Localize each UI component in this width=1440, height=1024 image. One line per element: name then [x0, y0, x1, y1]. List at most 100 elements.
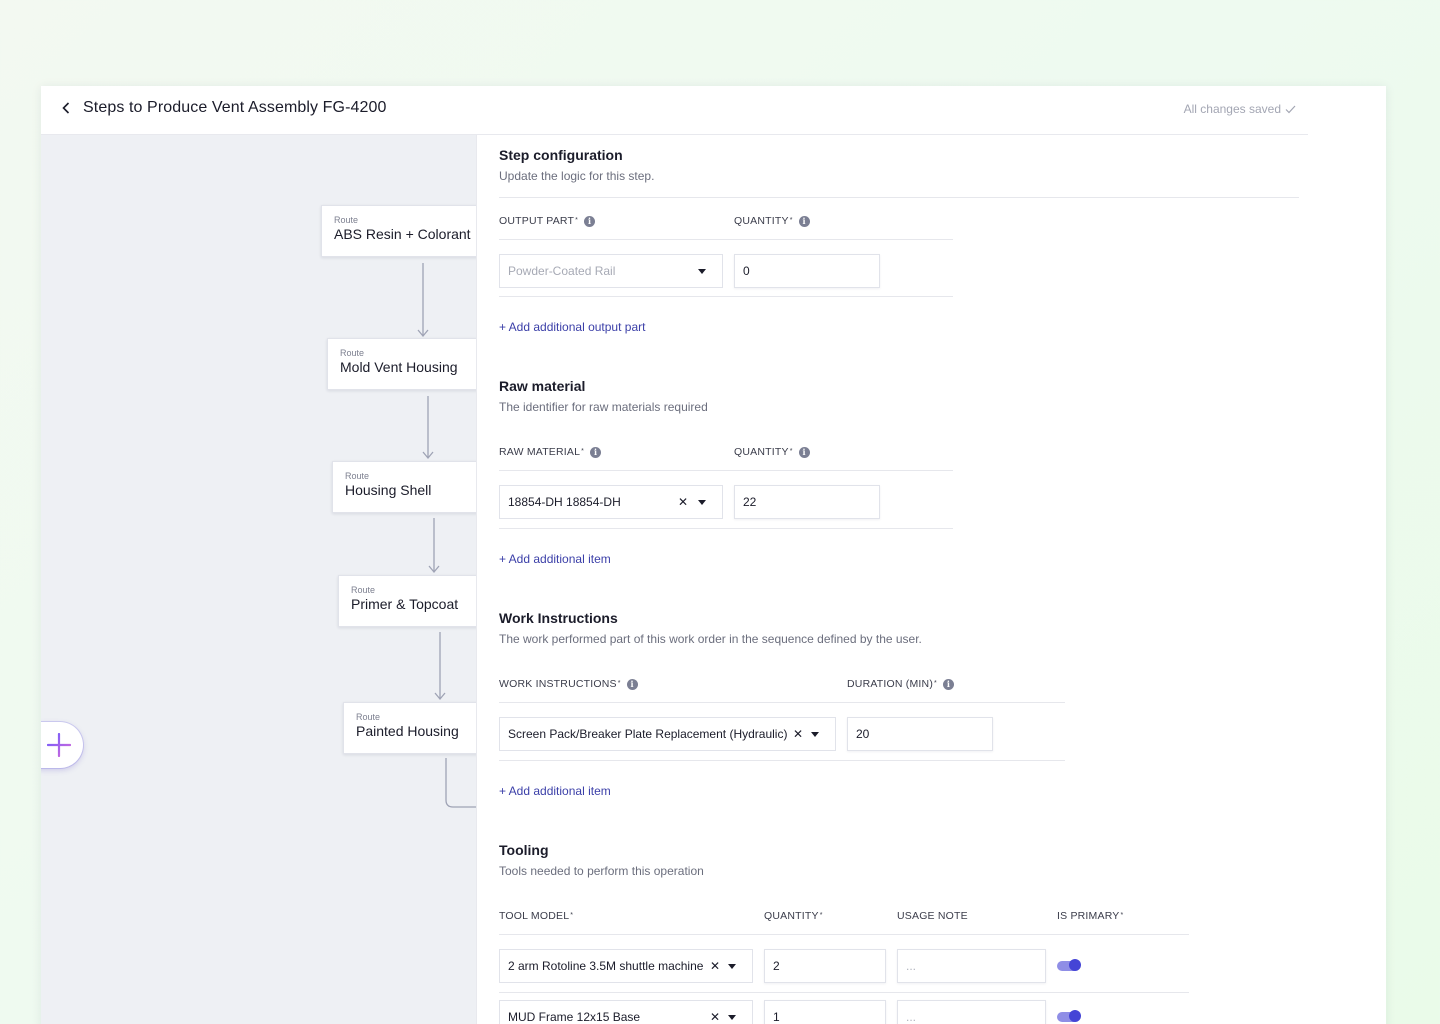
- add-work-instruction-link[interactable]: + Add additional item: [499, 784, 611, 798]
- tool-model-select[interactable]: MUD Frame 12x15 Base ✕: [499, 1000, 753, 1024]
- duration-label: DURATION (MIN) * i: [847, 678, 954, 690]
- save-status-text: All changes saved: [1183, 102, 1281, 116]
- divider: [499, 197, 1299, 198]
- section-subtitle: The identifier for raw materials require…: [499, 400, 708, 414]
- node-label: Primer & Topcoat: [351, 596, 459, 612]
- clear-icon[interactable]: ✕: [710, 959, 720, 973]
- header-bar: Steps to Produce Vent Assembly FG-4200 A…: [41, 86, 1308, 135]
- divider: [499, 934, 1189, 935]
- tool-quantity-input[interactable]: 1: [764, 1000, 886, 1024]
- node-label: ABS Resin + Colorant: [334, 226, 471, 242]
- section-title: Tooling: [499, 842, 549, 858]
- divider: [499, 528, 953, 529]
- caret-down-icon[interactable]: [698, 499, 706, 505]
- work-instructions-label: WORK INSTRUCTIONS * i: [499, 678, 638, 690]
- tool-quantity-column-header: QUANTITY *: [764, 910, 823, 922]
- node-kicker: Route: [340, 348, 365, 358]
- check-icon: [1285, 105, 1296, 113]
- input-value: 1: [773, 1010, 780, 1024]
- section-subtitle: The work performed part of this work ord…: [499, 632, 922, 646]
- input-value: 20: [856, 727, 870, 741]
- node-label: Mold Vent Housing: [340, 359, 458, 375]
- info-icon[interactable]: i: [584, 215, 596, 227]
- output-quantity-input[interactable]: 0: [734, 254, 880, 288]
- section-title: Raw material: [499, 378, 586, 394]
- info-icon[interactable]: i: [626, 678, 638, 690]
- chevron-left-icon[interactable]: [59, 101, 73, 115]
- label-text: TOOL MODEL: [499, 910, 570, 922]
- node-kicker: Route: [356, 712, 381, 722]
- work-instructions-select[interactable]: Screen Pack/Breaker Plate Replacement (H…: [499, 717, 836, 751]
- plus-icon: [47, 733, 71, 757]
- section-subtitle: Tools needed to perform this operation: [499, 864, 704, 878]
- label-text: USAGE NOTE: [897, 910, 968, 922]
- input-placeholder: ...: [906, 959, 917, 973]
- divider: [499, 760, 1065, 761]
- input-value: 0: [743, 264, 750, 278]
- clear-icon[interactable]: ✕: [710, 1010, 720, 1024]
- is-primary-toggle[interactable]: [1057, 1010, 1081, 1022]
- flow-node-painted-housing[interactable]: Route Painted Housing: [343, 702, 476, 754]
- flow-canvas[interactable]: Route ABS Resin + Colorant Route Mold Ve…: [41, 135, 476, 1024]
- output-part-select[interactable]: Powder-Coated Rail: [499, 254, 723, 288]
- usage-note-input[interactable]: ...: [897, 949, 1046, 983]
- label-text: QUANTITY: [734, 215, 789, 227]
- input-value: 22: [743, 495, 757, 509]
- node-kicker: Route: [345, 471, 370, 481]
- flow-node-mold-vent-housing[interactable]: Route Mold Vent Housing: [327, 338, 476, 390]
- select-value: Screen Pack/Breaker Plate Replacement (H…: [508, 727, 788, 741]
- page-title: Steps to Produce Vent Assembly FG-4200: [83, 99, 387, 116]
- label-text: IS PRIMARY: [1057, 910, 1120, 922]
- caret-down-icon[interactable]: [728, 963, 736, 969]
- tool-model-column-header: TOOL MODEL *: [499, 910, 574, 922]
- flow-node-primer-topcoat[interactable]: Route Primer & Topcoat: [338, 575, 476, 627]
- flow-node-abs-resin[interactable]: Route ABS Resin + Colorant: [321, 205, 476, 257]
- info-icon[interactable]: i: [590, 446, 602, 458]
- raw-quantity-input[interactable]: 22: [734, 485, 880, 519]
- raw-quantity-label: QUANTITY * i: [734, 446, 810, 458]
- divider: [499, 992, 1189, 993]
- divider: [499, 470, 953, 471]
- label-text: QUANTITY: [734, 446, 789, 458]
- is-primary-toggle[interactable]: [1057, 959, 1081, 971]
- raw-material-header: Raw material The identifier for raw mate…: [499, 378, 708, 414]
- caret-down-icon[interactable]: [728, 1014, 736, 1020]
- raw-material-label: RAW MATERIAL * i: [499, 446, 602, 458]
- node-kicker: Route: [334, 215, 359, 225]
- add-raw-material-link[interactable]: + Add additional item: [499, 552, 611, 566]
- info-icon[interactable]: i: [798, 446, 810, 458]
- clear-icon[interactable]: ✕: [793, 727, 803, 741]
- toggle-knob: [1069, 959, 1081, 971]
- caret-down-icon[interactable]: [698, 268, 706, 274]
- select-value: 2 arm Rotoline 3.5M shuttle machine: [508, 959, 704, 973]
- tool-model-select[interactable]: 2 arm Rotoline 3.5M shuttle machine ✕: [499, 949, 753, 983]
- flow-node-housing-shell[interactable]: Route Housing Shell: [332, 461, 476, 513]
- output-part-label: OUTPUT PART * i: [499, 215, 596, 227]
- label-text: RAW MATERIAL: [499, 446, 581, 458]
- work-instructions-header: Work Instructions The work performed par…: [499, 610, 922, 646]
- caret-down-icon[interactable]: [811, 731, 819, 737]
- tool-quantity-input[interactable]: 2: [764, 949, 886, 983]
- is-primary-column-header: IS PRIMARY *: [1057, 910, 1124, 922]
- select-value: Powder-Coated Rail: [508, 264, 616, 278]
- raw-material-select[interactable]: 18854-DH 18854-DH ✕: [499, 485, 723, 519]
- node-kicker: Route: [351, 585, 376, 595]
- divider: [499, 296, 953, 297]
- input-placeholder: ...: [906, 1010, 917, 1024]
- label-text: DURATION (MIN): [847, 678, 934, 690]
- section-title: Step configuration: [499, 147, 623, 163]
- info-icon[interactable]: i: [798, 215, 810, 227]
- step-config-header: Step configuration Update the logic for …: [499, 147, 654, 183]
- node-label: Housing Shell: [345, 482, 432, 498]
- info-icon[interactable]: i: [942, 678, 954, 690]
- select-value: 18854-DH 18854-DH: [508, 495, 621, 509]
- save-status: All changes saved: [1184, 102, 1296, 116]
- clear-icon[interactable]: ✕: [678, 495, 688, 509]
- divider: [499, 702, 1065, 703]
- usage-note-input[interactable]: ...: [897, 1000, 1046, 1024]
- select-value: MUD Frame 12x15 Base: [508, 1010, 641, 1024]
- duration-input[interactable]: 20: [847, 717, 993, 751]
- usage-note-column-header: USAGE NOTE: [897, 910, 968, 922]
- editor-window: Steps to Produce Vent Assembly FG-4200 A…: [41, 86, 1386, 1024]
- add-output-part-link[interactable]: + Add additional output part: [499, 320, 645, 334]
